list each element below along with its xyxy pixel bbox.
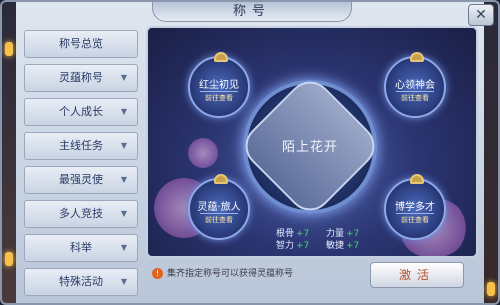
sidebar-item-events[interactable]: 特殊活动 ▼ — [24, 268, 138, 296]
current-title: 陌上花开 — [281, 140, 338, 155]
activate-button[interactable]: 激活 — [370, 262, 464, 288]
lantern-icon — [5, 42, 13, 56]
chevron-down-icon: ▼ — [120, 277, 127, 286]
chevron-down-icon: ▼ — [120, 141, 127, 150]
chevron-down-icon: ▼ — [120, 175, 127, 184]
sidebar-item-label: 最强灵使 — [59, 173, 103, 186]
sidebar-item-label: 科举 — [70, 241, 92, 254]
medal-goto-link[interactable]: 前往查看 — [200, 91, 238, 103]
stat-label: 敏捷 — [326, 241, 345, 251]
lantern-icon — [5, 252, 13, 266]
chevron-down-icon: ▼ — [120, 243, 127, 252]
medal-lingyun-traveler[interactable]: 灵蕴·旅人 前往查看 — [188, 174, 250, 240]
medal-ring-icon — [214, 52, 228, 62]
medal-hongchen[interactable]: 红尘初见 前往查看 — [188, 52, 250, 118]
stat-value: +7 — [296, 241, 310, 251]
blossom-decoration — [188, 138, 218, 168]
medal-ring-icon — [410, 52, 424, 62]
medal-goto-link[interactable]: 前往查看 — [396, 213, 434, 225]
sidebar-item-growth[interactable]: 个人成长 ▼ — [24, 98, 138, 126]
medal-boxue[interactable]: 博学多才 前往查看 — [384, 174, 446, 240]
medal-name: 灵蕴·旅人 — [197, 202, 241, 213]
medal-ring-icon — [214, 174, 228, 184]
sidebar-item-label: 灵蕴称号 — [59, 71, 103, 84]
sidebar-item-overview[interactable]: 称号总览 — [24, 30, 138, 58]
chevron-down-icon: ▼ — [120, 73, 127, 82]
medal-xinling[interactable]: 心领神会 前往查看 — [384, 52, 446, 118]
sidebar-item-pvp[interactable]: 多人竞技 ▼ — [24, 200, 138, 228]
title-window: 称号 ✕ 称号总览 灵蕴称号 ▼ 个人成长 ▼ 主线任务 ▼ 最强灵使 ▼ 多人… — [0, 0, 500, 305]
medal-name: 红尘初见 — [199, 80, 239, 91]
warning-icon: ! — [152, 268, 163, 279]
title-display-panel: 陌上花开 红尘初见 前往查看 心领神会 前往查看 灵蕴·旅人 前往查看 博学多才… — [146, 26, 478, 258]
stat-minjie: 敏捷 +7 — [326, 238, 376, 251]
sidebar-item-label: 多人竞技 — [59, 207, 103, 220]
medal-goto-link[interactable]: 前往查看 — [200, 213, 238, 225]
stat-zhili: 智力 +7 — [276, 238, 326, 251]
sidebar-item-lingyun[interactable]: 灵蕴称号 ▼ — [24, 64, 138, 92]
medal-name: 心领神会 — [395, 80, 435, 91]
medal-ring-icon — [410, 174, 424, 184]
lantern-icon — [487, 282, 495, 296]
sidebar-item-label: 特殊活动 — [59, 275, 103, 288]
chevron-down-icon: ▼ — [120, 209, 127, 218]
scenery-left — [2, 2, 16, 303]
stat-label: 智力 — [276, 241, 295, 251]
title-stats: 根骨 +7 力量 +7 智力 +7 敏捷 +7 — [276, 226, 376, 256]
sidebar-item-label: 称号总览 — [59, 37, 103, 50]
hint-label: 集齐指定称号可以获得灵蕴称号 — [167, 269, 294, 279]
scenery-right — [484, 2, 498, 303]
medal-goto-link[interactable]: 前往查看 — [396, 91, 434, 103]
close-icon: ✕ — [475, 7, 487, 23]
chevron-down-icon: ▼ — [120, 107, 127, 116]
close-button[interactable]: ✕ — [468, 4, 494, 26]
sidebar-item-strongest[interactable]: 最强灵使 ▼ — [24, 166, 138, 194]
sidebar: 称号总览 灵蕴称号 ▼ 个人成长 ▼ 主线任务 ▼ 最强灵使 ▼ 多人竞技 ▼ … — [24, 30, 138, 296]
stat-value: +7 — [346, 241, 360, 251]
hint-text: ! 集齐指定称号可以获得灵蕴称号 — [152, 266, 372, 282]
sidebar-item-label: 主线任务 — [59, 139, 103, 152]
sidebar-item-exam[interactable]: 科举 ▼ — [24, 234, 138, 262]
sidebar-item-main-quest[interactable]: 主线任务 ▼ — [24, 132, 138, 160]
window-title: 称号 — [152, 2, 352, 22]
sidebar-item-label: 个人成长 — [59, 105, 103, 118]
medal-name: 博学多才 — [395, 202, 435, 213]
